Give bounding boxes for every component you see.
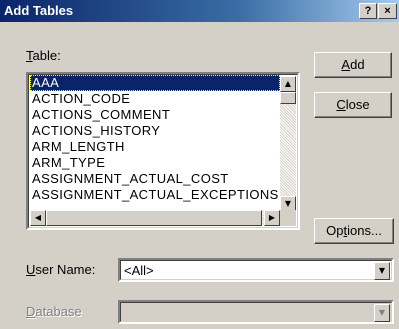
table-list-item[interactable]: ASSIGNMENT_ACTUAL_EXCEPTIONS <box>30 187 280 203</box>
table-list-item[interactable]: ACTIONS_COMMENT <box>30 107 280 123</box>
tables-list-items: AAA ACTION_CODE ACTIONS_COMMENT ACTIONS_HIS… <box>30 75 280 211</box>
table-label: Table: <box>26 48 61 63</box>
title-bar[interactable]: Add Tables ? × <box>0 0 399 22</box>
database-label: Database <box>26 304 82 319</box>
options-button[interactable]: Options... <box>314 218 394 244</box>
vertical-scroll-thumb[interactable] <box>280 92 296 104</box>
table-list-item[interactable]: ARM_LENGTH <box>30 139 280 155</box>
close-button[interactable]: Close <box>314 92 392 118</box>
user-name-value: <All> <box>124 263 154 278</box>
table-list-item[interactable]: ARM_TYPE <box>30 155 280 171</box>
database-combo: ▼ <box>118 300 394 324</box>
add-button[interactable]: Add <box>314 52 392 78</box>
window-title: Add Tables <box>4 3 74 18</box>
user-name-label: User Name: <box>26 262 96 277</box>
tables-list[interactable]: AAA ACTION_CODE ACTIONS_COMMENT ACTIONS_HIS… <box>26 72 300 230</box>
scroll-up-icon[interactable]: ▲ <box>280 76 296 92</box>
horizontal-scrollbar[interactable]: ◀ ▶ <box>30 210 280 226</box>
dropdown-arrow-icon[interactable]: ▼ <box>374 262 390 280</box>
scroll-left-icon[interactable]: ◀ <box>30 210 46 226</box>
scroll-right-icon[interactable]: ▶ <box>264 210 280 226</box>
table-list-item[interactable]: ASSIGNMENT_ACTUAL_COST <box>30 171 280 187</box>
scroll-corner <box>280 210 296 226</box>
table-list-item[interactable]: ACTION_CODE <box>30 91 280 107</box>
user-name-combo[interactable]: <All> ▼ <box>118 258 394 282</box>
table-list-item[interactable]: ACTIONS_HISTORY <box>30 123 280 139</box>
horizontal-scroll-thumb[interactable] <box>46 210 262 226</box>
help-button[interactable]: ? <box>359 3 377 19</box>
close-window-button[interactable]: × <box>378 3 397 19</box>
table-list-item[interactable]: AAA <box>30 75 280 91</box>
vertical-scrollbar[interactable]: ▲ ▼ <box>280 76 296 212</box>
add-tables-dialog: Add Tables ? × Table: AAA ACTION_CODE ACTI… <box>0 0 399 329</box>
database-dropdown-arrow-icon: ▼ <box>374 304 390 322</box>
